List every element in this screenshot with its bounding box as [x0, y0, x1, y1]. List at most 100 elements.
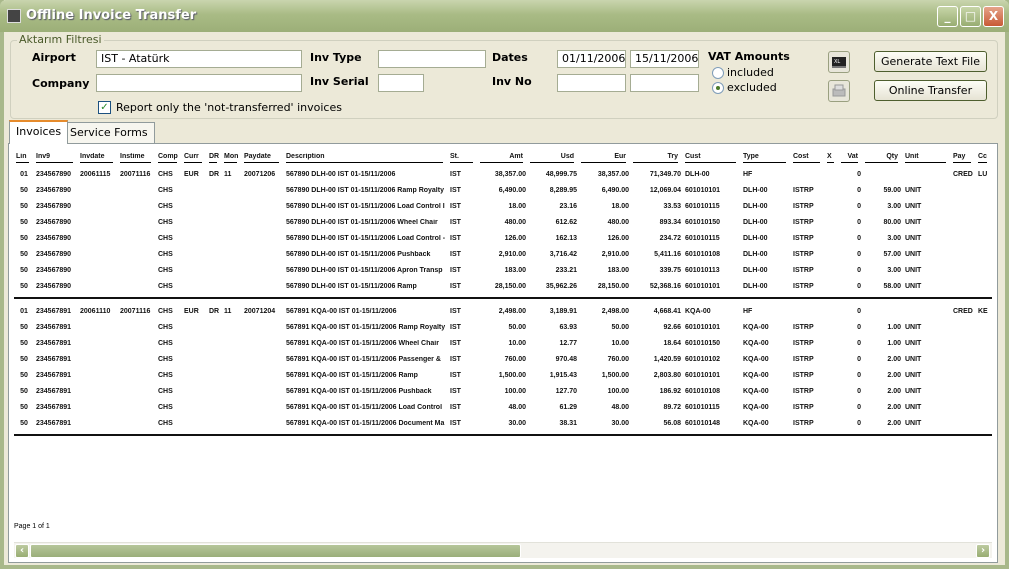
cell-eur: 183.00	[607, 266, 629, 274]
table-row[interactable]: 50 234567890 CHS 567890 DLH-00 IST 01-15/11…	[14, 182, 992, 198]
column-header-label: Instime	[120, 153, 151, 163]
column-header[interactable]: Amt	[478, 153, 528, 163]
online-transfer-button[interactable]: Online Transfer	[874, 80, 987, 101]
cell-description: 567891 KQA-00 IST 01-15/11/2006 Passenge…	[286, 355, 441, 363]
column-header[interactable]: Unit	[903, 153, 951, 163]
table-row[interactable]: 50 234567890 CHS 567890 DLH-00 IST 01-15/11…	[14, 214, 992, 230]
cell-type: KQA-00	[743, 339, 769, 347]
cell-comp: CHS	[158, 170, 173, 178]
cell-st: IST	[450, 339, 461, 347]
column-header-label: Amt	[480, 153, 523, 163]
date-from-input[interactable]: 01/11/2006	[557, 50, 626, 68]
cell-type: DLH-00	[743, 282, 768, 290]
table-row[interactable]: 50 234567890 CHS 567890 DLH-00 IST 01-15/11…	[14, 262, 992, 278]
cell-eur: 100.00	[607, 387, 629, 395]
column-header[interactable]: Cost	[791, 153, 825, 163]
generate-text-file-button[interactable]: Generate Text File	[874, 51, 987, 72]
column-header[interactable]: Inv9	[34, 153, 78, 163]
column-header[interactable]: Instime	[118, 153, 156, 163]
cell-cust: 601010108	[685, 250, 721, 258]
column-header[interactable]: Usd	[528, 153, 579, 163]
date-to-input[interactable]: 15/11/2006	[630, 50, 699, 68]
cell-cust: 601010150	[685, 339, 721, 347]
cell-eur: 480.00	[607, 218, 629, 226]
vat-excluded-radio[interactable]	[712, 82, 724, 94]
column-header[interactable]: Cc	[976, 153, 992, 163]
inv-serial-input[interactable]	[378, 74, 424, 92]
table-row[interactable]: 50 234567891 CHS 567891 KQA-00 IST 01-15/11…	[14, 415, 992, 431]
maximize-button[interactable]: □	[960, 6, 981, 27]
inv-no-to-input[interactable]	[630, 74, 699, 92]
tab-invoices[interactable]: Invoices	[9, 120, 69, 144]
cell-invdate: 20061115	[80, 170, 111, 178]
scroll-right-button[interactable]: ›	[976, 544, 990, 558]
table-row[interactable]: 50 234567891 CHS 567891 KQA-00 IST 01-15/11…	[14, 383, 992, 399]
column-header[interactable]: X	[825, 153, 839, 163]
cell-cost: ISTRP	[793, 323, 814, 331]
column-header[interactable]: Pay	[951, 153, 976, 163]
column-header[interactable]: Try	[631, 153, 683, 163]
table-row[interactable]: 50 234567891 CHS 567891 KQA-00 IST 01-15/11…	[14, 399, 992, 415]
cell-description: 567891 KQA-00 IST 01-15/11/2006 Ramp	[286, 371, 418, 379]
column-header[interactable]: Vat	[839, 153, 863, 163]
column-header[interactable]: St.	[448, 153, 478, 163]
svg-text:XL: XL	[834, 59, 840, 65]
column-header[interactable]: Lin	[14, 153, 34, 163]
cell-lin: 50	[20, 218, 28, 226]
table-row[interactable]: 50 234567891 CHS 567891 KQA-00 IST 01-15/11…	[14, 351, 992, 367]
cell-cost: ISTRP	[793, 186, 814, 194]
column-header[interactable]: Comp	[156, 153, 182, 163]
minimize-button[interactable]: _	[937, 6, 958, 27]
column-header[interactable]: Cust	[683, 153, 741, 163]
cell-amt: 2,498.00	[498, 307, 526, 315]
table-row[interactable]: 01 234567890 20061115 20071116 CHS EUR DR 11 200…	[14, 166, 992, 182]
title-bar[interactable]: Offline Invoice Transfer _ □ X	[0, 0, 1009, 32]
table-row[interactable]: 50 234567890 CHS 567890 DLH-00 IST 01-15/11…	[14, 278, 992, 294]
excel-export-button[interactable]: XL	[828, 51, 850, 73]
column-header[interactable]: Eur	[579, 153, 631, 163]
cell-qty: 59.00	[883, 186, 901, 194]
airport-label: Airport	[32, 51, 76, 64]
table-row[interactable]: 50 234567891 CHS 567891 KQA-00 IST 01-15/11…	[14, 319, 992, 335]
print-button[interactable]	[828, 80, 850, 102]
cell-type: KQA-00	[743, 419, 769, 427]
table-row[interactable]: 50 234567890 CHS 567890 DLH-00 IST 01-15/11…	[14, 230, 992, 246]
vat-included-radio[interactable]	[712, 67, 724, 79]
scroll-thumb[interactable]	[30, 544, 521, 558]
report-only-checkbox[interactable]: ✓	[98, 101, 111, 114]
scroll-left-button[interactable]: ‹	[15, 544, 29, 558]
close-button[interactable]: X	[983, 6, 1004, 27]
airport-input[interactable]: IST - Atatürk	[96, 50, 302, 68]
invoice-grid: Lin Inv9 Invdate Instime Comp Curr DR Mon Paydat…	[14, 150, 992, 440]
table-row[interactable]: 50 234567890 CHS 567890 DLH-00 IST 01-15/11…	[14, 246, 992, 262]
column-header[interactable]: Mon	[222, 153, 242, 163]
inv-no-from-input[interactable]	[557, 74, 626, 92]
column-header[interactable]: Curr	[182, 153, 207, 163]
cell-qty: 2.00	[887, 371, 901, 379]
column-header-label: Eur	[581, 153, 626, 163]
table-row[interactable]: 01 234567891 20061110 20071116 CHS EUR DR 11 200…	[14, 303, 992, 319]
cell-unit: UNIT	[905, 419, 922, 427]
cell-eur: 30.00	[611, 419, 629, 427]
column-header[interactable]: Paydate	[242, 153, 284, 163]
cell-eur: 1,500.00	[601, 371, 629, 379]
column-header[interactable]: Type	[741, 153, 791, 163]
column-header[interactable]: Invdate	[78, 153, 118, 163]
column-header[interactable]: Description	[284, 153, 448, 163]
company-input[interactable]	[96, 74, 302, 92]
column-header[interactable]: DR	[207, 153, 222, 163]
inv-type-input[interactable]	[378, 50, 486, 68]
cell-type: KQA-00	[743, 323, 769, 331]
column-header[interactable]: Qty	[863, 153, 903, 163]
tab-service-forms[interactable]: Service Forms	[63, 122, 155, 144]
inv-type-label: Inv Type	[310, 51, 362, 64]
column-header-label: Comp	[158, 153, 178, 163]
cell-cost: ISTRP	[793, 419, 814, 427]
cell-unit: UNIT	[905, 339, 922, 347]
horizontal-scrollbar[interactable]: ‹ ›	[14, 542, 992, 558]
cell-unit: UNIT	[905, 323, 922, 331]
table-row[interactable]: 50 234567891 CHS 567891 KQA-00 IST 01-15/11…	[14, 367, 992, 383]
table-row[interactable]: 50 234567891 CHS 567891 KQA-00 IST 01-15/11…	[14, 335, 992, 351]
cell-inv9: 234567891	[36, 387, 72, 395]
table-row[interactable]: 50 234567890 CHS 567890 DLH-00 IST 01-15/11…	[14, 198, 992, 214]
